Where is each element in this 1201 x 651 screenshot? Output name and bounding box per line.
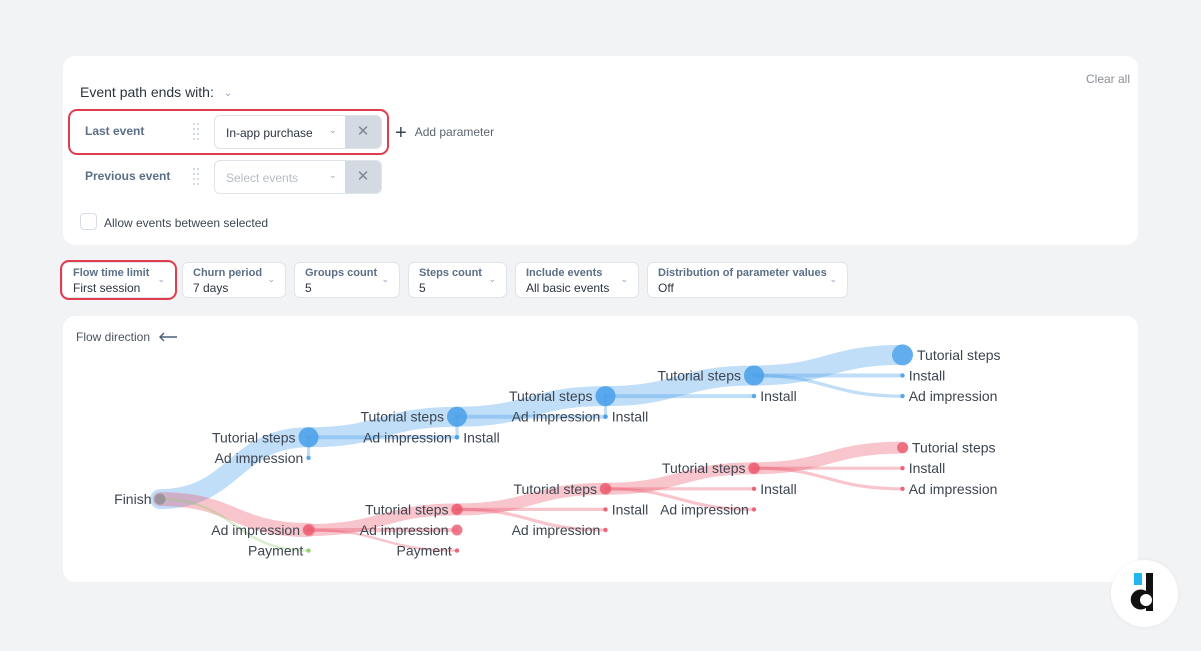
flow-node-label: Tutorial steps	[365, 501, 449, 517]
chevron-down-icon: ⌄	[381, 274, 389, 284]
flow-node-label: Ad impression	[215, 450, 304, 466]
flow-node-label: Tutorial steps	[657, 368, 741, 384]
flow-diagram: Finish Tutorial steps Install Ad impression…	[114, 344, 1001, 559]
flow-node-label: Tutorial steps	[513, 481, 597, 497]
flow-node[interactable]	[900, 486, 905, 491]
flow-node-label: Ad impression	[909, 481, 998, 497]
flow-node[interactable]	[900, 393, 905, 399]
flow-node-label: Tutorial steps	[509, 388, 593, 404]
chevron-down-icon: ⌄	[488, 274, 496, 284]
plus-icon: +	[395, 122, 407, 144]
flow-node[interactable]	[748, 462, 760, 474]
event-path-title[interactable]: Event path ends with: ⌄	[80, 84, 232, 100]
distribution-parameter-values-dropdown[interactable]: Distribution of parameter values Off ⌄	[647, 262, 848, 298]
dropdown-label: Churn period	[193, 267, 263, 279]
flow-node-label: Ad impression	[660, 501, 749, 517]
flow-node-label: Ad impression	[512, 409, 601, 425]
flow-node-label: Payment	[397, 543, 452, 559]
dropdown-value: 5	[419, 281, 426, 295]
flow-node[interactable]	[595, 386, 616, 407]
flow-node-label: Install	[760, 481, 797, 497]
flow-node[interactable]	[298, 427, 319, 448]
flow-node[interactable]	[447, 406, 467, 427]
churn-period-dropdown[interactable]: Churn period 7 days ⌄	[182, 262, 286, 298]
flow-node-label: Tutorial steps	[917, 347, 1001, 363]
flow-node[interactable]	[454, 548, 460, 553]
chevron-down-icon: ⌄	[329, 170, 337, 180]
flow-node-label: Install	[760, 388, 797, 404]
flow-node-label: Ad impression	[360, 522, 449, 538]
flow-node-label: Ad impression	[909, 388, 998, 404]
flow-node-label: Tutorial steps	[212, 429, 296, 445]
flow-node-label: Install	[612, 409, 649, 425]
allow-events-between-checkbox[interactable]	[80, 213, 97, 230]
flow-node[interactable]	[451, 524, 463, 536]
flow-node[interactable]	[303, 524, 314, 536]
flow-node[interactable]	[603, 507, 608, 512]
flow-node[interactable]	[897, 442, 908, 454]
flow-node[interactable]	[751, 393, 757, 399]
flow-chart-card: Flow direction Finish Tutorial steps Insta…	[63, 316, 1138, 582]
last-event-highlight	[68, 109, 389, 155]
flow-link[interactable]	[150, 427, 319, 510]
dropdown-value: All basic events	[526, 281, 610, 295]
groups-count-dropdown[interactable]: Groups count 5 ⌄	[294, 262, 400, 298]
flow-node[interactable]	[900, 466, 905, 471]
flow-node[interactable]	[306, 548, 311, 553]
add-parameter-label: Add parameter	[414, 125, 495, 139]
flow-node-label: Install	[463, 429, 500, 445]
previous-event-select[interactable]: Select events ⌄ ✕	[214, 160, 382, 194]
devtodev-logo[interactable]	[1111, 560, 1178, 627]
include-events-dropdown[interactable]: Include events All basic events ⌄	[515, 262, 639, 298]
event-path-title-text: Event path ends with:	[80, 84, 214, 100]
dropdown-value: Off	[658, 281, 674, 295]
flow-link[interactable]	[744, 344, 913, 386]
flow-link[interactable]	[748, 441, 909, 475]
event-path-filter-card: Event path ends with: ⌄ Clear all Last ev…	[63, 56, 1138, 245]
chevron-down-icon: ⌄	[267, 274, 275, 284]
chevron-down-icon: ⌄	[829, 274, 837, 284]
flow-node-label: Tutorial steps	[360, 409, 444, 425]
flow-node-label: Payment	[248, 543, 303, 559]
flow-node[interactable]	[454, 435, 460, 440]
dropdown-value: 7 days	[193, 281, 229, 295]
flow-node[interactable]	[751, 486, 757, 491]
flow-node[interactable]	[306, 455, 311, 461]
flow-node-label: Install	[612, 501, 649, 517]
flow-node[interactable]	[603, 527, 608, 533]
chevron-down-icon[interactable]: ⌄	[224, 88, 232, 99]
dropdown-label: Groups count	[305, 267, 378, 279]
dropdown-value: 5	[305, 281, 312, 295]
dropdown-label: Steps count	[419, 267, 482, 279]
flow-node-label: Tutorial steps	[662, 460, 746, 476]
flow-node-label: Ad impression	[211, 522, 300, 538]
flow-node[interactable]	[751, 507, 757, 512]
dropdown-label: Include events	[526, 267, 603, 279]
previous-event-placeholder: Select events	[226, 171, 299, 185]
logo-icon	[1130, 573, 1153, 611]
flow-node-label: Ad impression	[363, 429, 452, 445]
flow-node[interactable]	[744, 365, 764, 386]
flow-node[interactable]	[600, 483, 611, 495]
clear-previous-event-button[interactable]: ✕	[345, 161, 381, 193]
flow-time-limit-highlight	[60, 260, 177, 300]
flow-node[interactable]	[451, 503, 463, 515]
add-parameter-button[interactable]: + Add parameter	[395, 122, 494, 145]
flow-node[interactable]	[154, 493, 166, 505]
flow-node-label: Install	[909, 368, 946, 384]
flow-node-label: Tutorial steps	[912, 440, 996, 456]
flow-node[interactable]	[603, 414, 608, 419]
steps-count-dropdown[interactable]: Steps count 5 ⌄	[408, 262, 507, 298]
flow-node-label: Install	[909, 460, 946, 476]
previous-event-label: Previous event	[85, 169, 171, 183]
flow-node-label: Ad impression	[512, 522, 601, 538]
dropdown-label: Distribution of parameter values	[658, 267, 827, 279]
drag-handle-icon[interactable]	[193, 168, 201, 186]
flow-node[interactable]	[892, 344, 913, 366]
flow-node-label: Finish	[114, 491, 151, 507]
flow-node[interactable]	[900, 373, 905, 378]
allow-events-between-label[interactable]: Allow events between selected	[104, 216, 268, 230]
chevron-down-icon: ⌄	[620, 274, 628, 284]
clear-all-button[interactable]: Clear all	[1086, 72, 1130, 86]
